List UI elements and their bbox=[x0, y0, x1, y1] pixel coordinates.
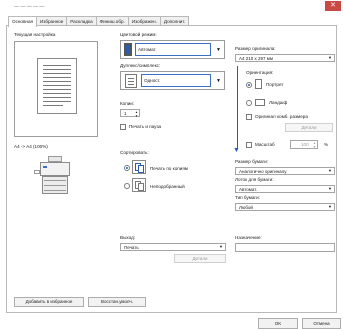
paper-type-select[interactable]: Любой ▼ bbox=[235, 203, 335, 211]
chevron-down-icon: ▼ bbox=[328, 204, 332, 209]
duplex-select[interactable]: Одност. ▼ bbox=[120, 71, 225, 90]
original-size-value: A4 210 x 297 мм bbox=[239, 56, 273, 61]
scale-label: Масштаб bbox=[255, 142, 275, 147]
color-mode-icon bbox=[124, 43, 132, 56]
chevron-down-icon: ▼ bbox=[328, 55, 332, 60]
color-mode-value: Автомат. bbox=[138, 47, 157, 52]
paper-tray-value: Автомат. bbox=[239, 187, 258, 192]
scale-value: 100 bbox=[301, 142, 309, 147]
paper-tray-label: Лоток для бумаги: bbox=[235, 177, 274, 182]
orientation-label: Ориентация: bbox=[246, 70, 274, 75]
output-label: Выход: bbox=[120, 235, 136, 240]
output-select[interactable]: Печать ▼ bbox=[120, 243, 226, 251]
chevron-down-icon: ▼ bbox=[328, 186, 332, 191]
print-pause-label: Печать и пауза bbox=[129, 124, 162, 129]
copies-value: 1 bbox=[124, 111, 127, 116]
output-details-button[interactable]: Детали bbox=[174, 254, 226, 263]
ok-button[interactable]: OK bbox=[258, 318, 298, 329]
spin-icon[interactable]: ▲ ▼ bbox=[135, 110, 138, 118]
scale-checkbox[interactable] bbox=[246, 142, 252, 148]
collate-icon bbox=[132, 160, 146, 174]
original-size-select[interactable]: A4 210 x 297 мм ▼ bbox=[235, 54, 335, 62]
portrait-icon bbox=[255, 79, 262, 89]
sort-uncollated-radio[interactable] bbox=[124, 183, 130, 189]
chevron-down-icon: ▼ bbox=[216, 78, 221, 84]
chevron-down-icon: ▼ bbox=[216, 47, 221, 53]
duplex-label: Дуплекс/симплекс: bbox=[120, 63, 161, 68]
sort-uncollated-label: Неподобранный bbox=[150, 184, 185, 189]
destination-label: Назначение: bbox=[235, 235, 262, 240]
paper-size-select[interactable]: Аналогично оригиналу ▼ bbox=[235, 167, 335, 175]
page-preview bbox=[14, 41, 98, 137]
color-mode-select[interactable]: Автомат. ▼ bbox=[120, 40, 225, 59]
arrow-down-icon: ▼ bbox=[233, 147, 240, 154]
paper-size-value: Аналогично оригиналу bbox=[239, 169, 287, 174]
orientation-portrait-label: Портрет bbox=[266, 82, 284, 87]
mixed-sizes-checkbox[interactable] bbox=[246, 114, 252, 120]
add-favorite-button[interactable]: Добавить в избранное bbox=[14, 297, 84, 307]
copies-stepper[interactable]: 1 ▲ ▼ bbox=[120, 109, 140, 118]
paper-type-label: Тип бумаги: bbox=[235, 195, 260, 200]
paper-tray-select[interactable]: Автомат. ▼ bbox=[235, 185, 335, 193]
sort-collate-label: Печать по копиям bbox=[150, 166, 188, 171]
landscape-icon bbox=[255, 99, 265, 106]
spin-icon[interactable]: ▲ ▼ bbox=[313, 141, 316, 149]
cancel-button[interactable]: Отмена bbox=[302, 318, 341, 329]
paper-size-label: Размер бумаги: bbox=[235, 159, 269, 164]
uncollated-icon bbox=[132, 178, 146, 192]
sort-collate-radio[interactable] bbox=[124, 165, 130, 171]
orientation-portrait-radio[interactable] bbox=[246, 82, 252, 88]
restore-default-button[interactable]: Восстан.умолч. bbox=[88, 297, 146, 307]
title-bar: — — — — — ✕ bbox=[0, 0, 343, 14]
chevron-down-icon: ▼ bbox=[219, 244, 223, 249]
tab-basic[interactable]: Основная bbox=[8, 16, 37, 27]
color-mode-label: Цветовой режим: bbox=[120, 32, 157, 37]
close-button[interactable]: ✕ bbox=[325, 1, 341, 11]
print-pause-checkbox[interactable] bbox=[120, 124, 126, 130]
original-size-label: Размер оригинала: bbox=[235, 46, 276, 51]
sort-label: Сортировать: bbox=[120, 150, 149, 155]
page-sheet-icon bbox=[37, 58, 77, 114]
duplex-value: Одност. bbox=[144, 78, 161, 83]
orientation-landscape-label: Ландшф bbox=[269, 100, 288, 105]
current-settings-label: Текущая настройка bbox=[14, 32, 56, 37]
page-info-label: A4 -> A4 (100%) bbox=[14, 144, 48, 149]
duplex-icon bbox=[125, 74, 137, 88]
scale-unit: % bbox=[324, 142, 329, 147]
scale-stepper[interactable]: 100 ▲ ▼ bbox=[290, 140, 318, 149]
destination-input[interactable] bbox=[235, 243, 335, 252]
printer-icon bbox=[34, 156, 76, 198]
paper-type-value: Любой bbox=[239, 205, 253, 210]
chevron-down-icon: ▼ bbox=[328, 168, 332, 173]
output-value: Печать bbox=[124, 245, 139, 250]
orientation-landscape-radio[interactable] bbox=[246, 100, 252, 106]
copies-label: Копии: bbox=[120, 101, 135, 106]
close-icon: ✕ bbox=[330, 2, 336, 9]
arrow-line bbox=[237, 66, 238, 149]
mixed-sizes-details-button[interactable]: Детали bbox=[285, 123, 333, 132]
window-title: — — — — — bbox=[14, 4, 45, 10]
mixed-sizes-label: Оригинал комб. размера bbox=[255, 114, 308, 119]
